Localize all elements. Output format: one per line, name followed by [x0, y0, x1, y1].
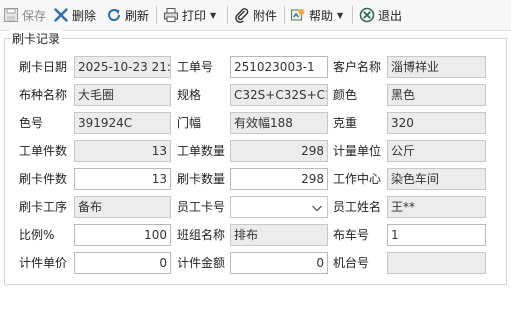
toolbar-separator — [284, 6, 285, 24]
ticket-pieces-field[interactable]: 13 — [74, 140, 171, 162]
exit-button[interactable]: 退出 — [359, 4, 402, 26]
refresh-label: 刷新 — [125, 8, 150, 23]
width-label: 门幅 — [177, 116, 202, 130]
ticket-no-label: 工单号 — [177, 60, 214, 74]
ratio-label: 比例% — [19, 228, 55, 242]
chevron-down-icon: ▼ — [210, 10, 217, 20]
help-button[interactable]: 帮助 ▼ — [290, 4, 343, 26]
swipe-pieces-input[interactable]: 13 — [74, 168, 171, 190]
swipe-pieces-label: 刷卡件数 — [19, 172, 68, 186]
attachment-label: 附件 — [253, 8, 278, 23]
refresh-icon — [106, 7, 122, 23]
employee-name-field[interactable]: 王** — [387, 196, 486, 218]
unit-field[interactable]: 公斤 — [387, 140, 486, 162]
swipe-process-field[interactable]: 备布 — [74, 196, 171, 218]
ticket-qty-label: 工单数量 — [177, 144, 226, 158]
save-button[interactable]: 保存 — [3, 4, 46, 26]
exit-circle-x-icon — [359, 7, 375, 23]
employee-card-label: 员工卡号 — [177, 200, 226, 214]
customer-label: 客户名称 — [333, 60, 382, 74]
unit-label: 计量单位 — [333, 144, 382, 158]
spec-label: 规格 — [177, 88, 202, 102]
printer-icon — [163, 7, 179, 23]
print-label: 打印 — [182, 8, 207, 23]
piece-amount-input[interactable]: 0 — [230, 252, 328, 274]
gram-weight-field[interactable]: 320 — [387, 112, 486, 134]
swipe-date-label: 刷卡日期 — [19, 60, 68, 74]
gram-weight-label: 克重 — [333, 116, 358, 130]
color-no-field[interactable]: 391924C — [74, 112, 171, 134]
width-field[interactable]: 有效幅188 — [230, 112, 328, 134]
help-label: 帮助 — [309, 8, 334, 23]
delete-label: 删除 — [72, 8, 97, 23]
color-no-label: 色号 — [19, 116, 44, 130]
work-center-field[interactable]: 染色车间 — [387, 168, 486, 190]
piece-price-input[interactable]: 0 — [74, 252, 171, 274]
work-center-label: 工作中心 — [333, 172, 382, 186]
team-name-field[interactable]: 排布 — [230, 224, 328, 246]
group-title: 刷卡记录 — [10, 30, 63, 47]
help-icon — [290, 7, 306, 23]
save-label: 保存 — [22, 8, 47, 23]
fabric-name-label: 布种名称 — [19, 88, 68, 102]
machine-no-field[interactable] — [387, 252, 486, 274]
save-icon — [3, 7, 19, 23]
cart-no-input[interactable]: 1 — [387, 224, 486, 246]
delete-button[interactable]: 删除 — [53, 4, 96, 26]
attachment-button[interactable]: 附件 — [234, 4, 277, 26]
ticket-no-input[interactable]: 251023003-1 — [230, 56, 328, 78]
swipe-qty-input[interactable]: 298 — [230, 168, 328, 190]
chevron-down-icon: ▼ — [337, 10, 344, 20]
cart-no-label: 布车号 — [333, 228, 370, 242]
toolbar-separator — [156, 6, 157, 24]
color-label: 颜色 — [333, 88, 358, 102]
machine-no-label: 机台号 — [333, 256, 370, 270]
ticket-qty-field[interactable]: 298 — [230, 140, 328, 162]
exit-label: 退出 — [378, 8, 403, 23]
toolbar: 保存 删除 刷新 打印 ▼ 附件 帮助 ▼ 退出 — [0, 0, 511, 31]
team-name-label: 班组名称 — [177, 228, 226, 242]
toolbar-separator — [352, 6, 353, 24]
swipe-process-label: 刷卡工序 — [19, 200, 68, 214]
employee-name-label: 员工姓名 — [333, 200, 382, 214]
piece-price-label: 计件单价 — [19, 256, 68, 270]
swipe-qty-label: 刷卡数量 — [177, 172, 226, 186]
toolbar-separator — [227, 6, 228, 24]
paperclip-icon — [234, 7, 250, 23]
swipe-date-field[interactable]: 2025-10-23 21:2 — [74, 56, 171, 78]
chevron-down-icon[interactable] — [311, 200, 323, 212]
spec-field[interactable]: C32S+C32S+C10 — [230, 84, 328, 106]
piece-amount-label: 计件金额 — [177, 256, 226, 270]
color-field[interactable]: 黑色 — [387, 84, 486, 106]
print-button[interactable]: 打印 ▼ — [163, 4, 216, 26]
customer-field[interactable]: 淄博祥业 — [387, 56, 486, 78]
employee-card-select[interactable] — [230, 196, 328, 218]
refresh-button[interactable]: 刷新 — [106, 4, 149, 26]
ratio-input[interactable]: 100 — [74, 224, 171, 246]
ticket-pieces-label: 工单件数 — [19, 144, 68, 158]
delete-x-icon — [53, 7, 69, 23]
fabric-name-field[interactable]: 大毛圈 — [74, 84, 171, 106]
